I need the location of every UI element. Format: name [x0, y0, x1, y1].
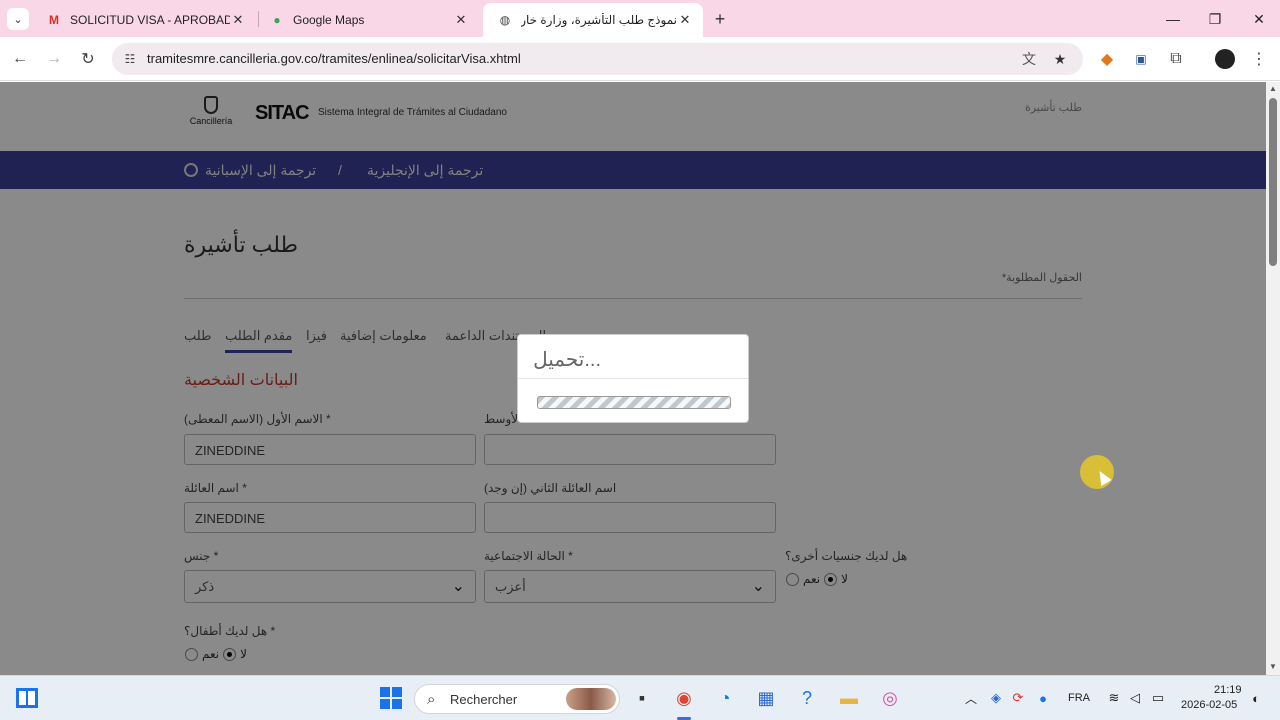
- tab-gmail[interactable]: M SOLICITUD VISA - APROBADA - ✕: [32, 6, 256, 33]
- forward-button[interactable]: →: [43, 48, 65, 70]
- edge-icon[interactable]: ◔: [712, 685, 738, 711]
- tab-google-maps[interactable]: ● Google Maps ✕: [255, 6, 479, 33]
- scroll-up-icon[interactable]: ▲: [1269, 84, 1277, 93]
- chrome-icon[interactable]: ◉: [671, 685, 697, 711]
- globe-icon: ◍: [499, 13, 511, 27]
- arrow-right-icon: →: [46, 50, 62, 67]
- battery-icon[interactable]: ▭: [1145, 685, 1171, 711]
- browser-toolbar: ← → ↻ ☷ tramitesmre.cancilleria.gov.co/t…: [0, 37, 1280, 81]
- arrow-left-icon: ←: [12, 50, 28, 67]
- bookmark-star-icon[interactable]: ★: [1051, 50, 1069, 68]
- chevron-down-icon: ⌄: [13, 13, 23, 26]
- plus-icon: +: [714, 8, 726, 29]
- close-icon[interactable]: ✕: [453, 12, 469, 28]
- dialog-divider: [518, 378, 748, 379]
- extensions-puzzle-icon[interactable]: ⧉: [1165, 48, 1187, 70]
- tab-title: نموذج طلب التأشيرة، وزارة خارجية: [521, 13, 677, 27]
- windows-logo-icon: [380, 687, 402, 709]
- reload-icon: ↻: [81, 51, 95, 68]
- new-tab-button[interactable]: +: [709, 8, 731, 30]
- widgets-icon[interactable]: [14, 685, 40, 711]
- close-icon[interactable]: ✕: [677, 12, 693, 28]
- notification-icon[interactable]: ◐: [1243, 685, 1269, 711]
- tab-visa-form[interactable]: ◍ نموذج طلب التأشيرة، وزارة خارجية ✕: [483, 3, 703, 37]
- tab-search-button[interactable]: ⌄: [7, 8, 29, 30]
- gmail-icon: M: [49, 12, 59, 27]
- sync-icon[interactable]: ⟳: [1005, 685, 1031, 711]
- translate-icon[interactable]: 文: [1020, 50, 1038, 68]
- search-icon: ⌕: [427, 691, 436, 708]
- address-bar[interactable]: ☷ tramitesmre.cancilleria.gov.co/tramite…: [112, 43, 1083, 75]
- close-icon: ✕: [1253, 10, 1265, 27]
- loading-progress-bar: [537, 396, 731, 409]
- scroll-thumb[interactable]: [1269, 98, 1277, 266]
- page-scrollbar[interactable]: ▲ ▼: [1266, 82, 1280, 675]
- minimize-icon: —: [1166, 11, 1180, 27]
- metamask-extension-icon[interactable]: ◆: [1096, 48, 1118, 70]
- search-placeholder: Rechercher: [450, 692, 518, 707]
- restore-button[interactable]: ❐: [1203, 7, 1227, 31]
- minimize-button[interactable]: —: [1161, 7, 1185, 31]
- menu-icon[interactable]: ⋮: [1248, 48, 1270, 70]
- site-info-icon[interactable]: ☷: [122, 51, 138, 67]
- windows-taskbar: ⌕ Rechercher ▪ ◉ ◔ ▦ ? ▬ ◎ ︿ ◈ ⟳ ● FRA ≋…: [0, 675, 1280, 720]
- loading-title: تحميل...: [533, 349, 601, 371]
- back-button[interactable]: ←: [9, 48, 31, 70]
- microphone-icon[interactable]: ●: [1030, 685, 1056, 711]
- url-text[interactable]: tramitesmre.cancilleria.gov.co/tramites/…: [147, 51, 521, 66]
- clock-date[interactable]: 2026-02-05: [1181, 699, 1237, 711]
- scroll-down-icon[interactable]: ▼: [1269, 662, 1277, 671]
- start-button[interactable]: [378, 685, 404, 711]
- loading-dialog: تحميل...: [517, 334, 749, 423]
- reload-button[interactable]: ↻: [77, 48, 99, 70]
- close-window-button[interactable]: ✕: [1247, 7, 1271, 31]
- file-explorer-icon[interactable]: ▬: [836, 685, 862, 711]
- chevron-up-icon[interactable]: ︿: [958, 685, 984, 711]
- help-icon[interactable]: ?: [794, 685, 820, 711]
- clock-time[interactable]: 21:19: [1214, 684, 1242, 696]
- task-view-icon[interactable]: ▪: [629, 685, 655, 711]
- search-highlight-image: [566, 688, 616, 710]
- tab-strip: ⌄ M SOLICITUD VISA - APROBADA - ✕ ● Goog…: [0, 0, 1280, 37]
- language-indicator[interactable]: FRA: [1068, 692, 1090, 704]
- maps-pin-icon: ●: [273, 12, 281, 27]
- tab-title: SOLICITUD VISA - APROBADA -: [70, 12, 230, 27]
- app-icon[interactable]: ◎: [877, 685, 903, 711]
- close-icon[interactable]: ✕: [230, 12, 246, 28]
- web-page: Cancillería SITAC Sistema Integral de Tr…: [0, 82, 1266, 675]
- tab-title: Google Maps: [293, 12, 365, 27]
- store-icon[interactable]: ▦: [753, 685, 779, 711]
- profile-avatar[interactable]: [1214, 48, 1236, 70]
- extension-icon[interactable]: ▣: [1130, 48, 1152, 70]
- taskbar-search[interactable]: ⌕ Rechercher: [414, 684, 620, 714]
- restore-icon: ❐: [1208, 10, 1222, 27]
